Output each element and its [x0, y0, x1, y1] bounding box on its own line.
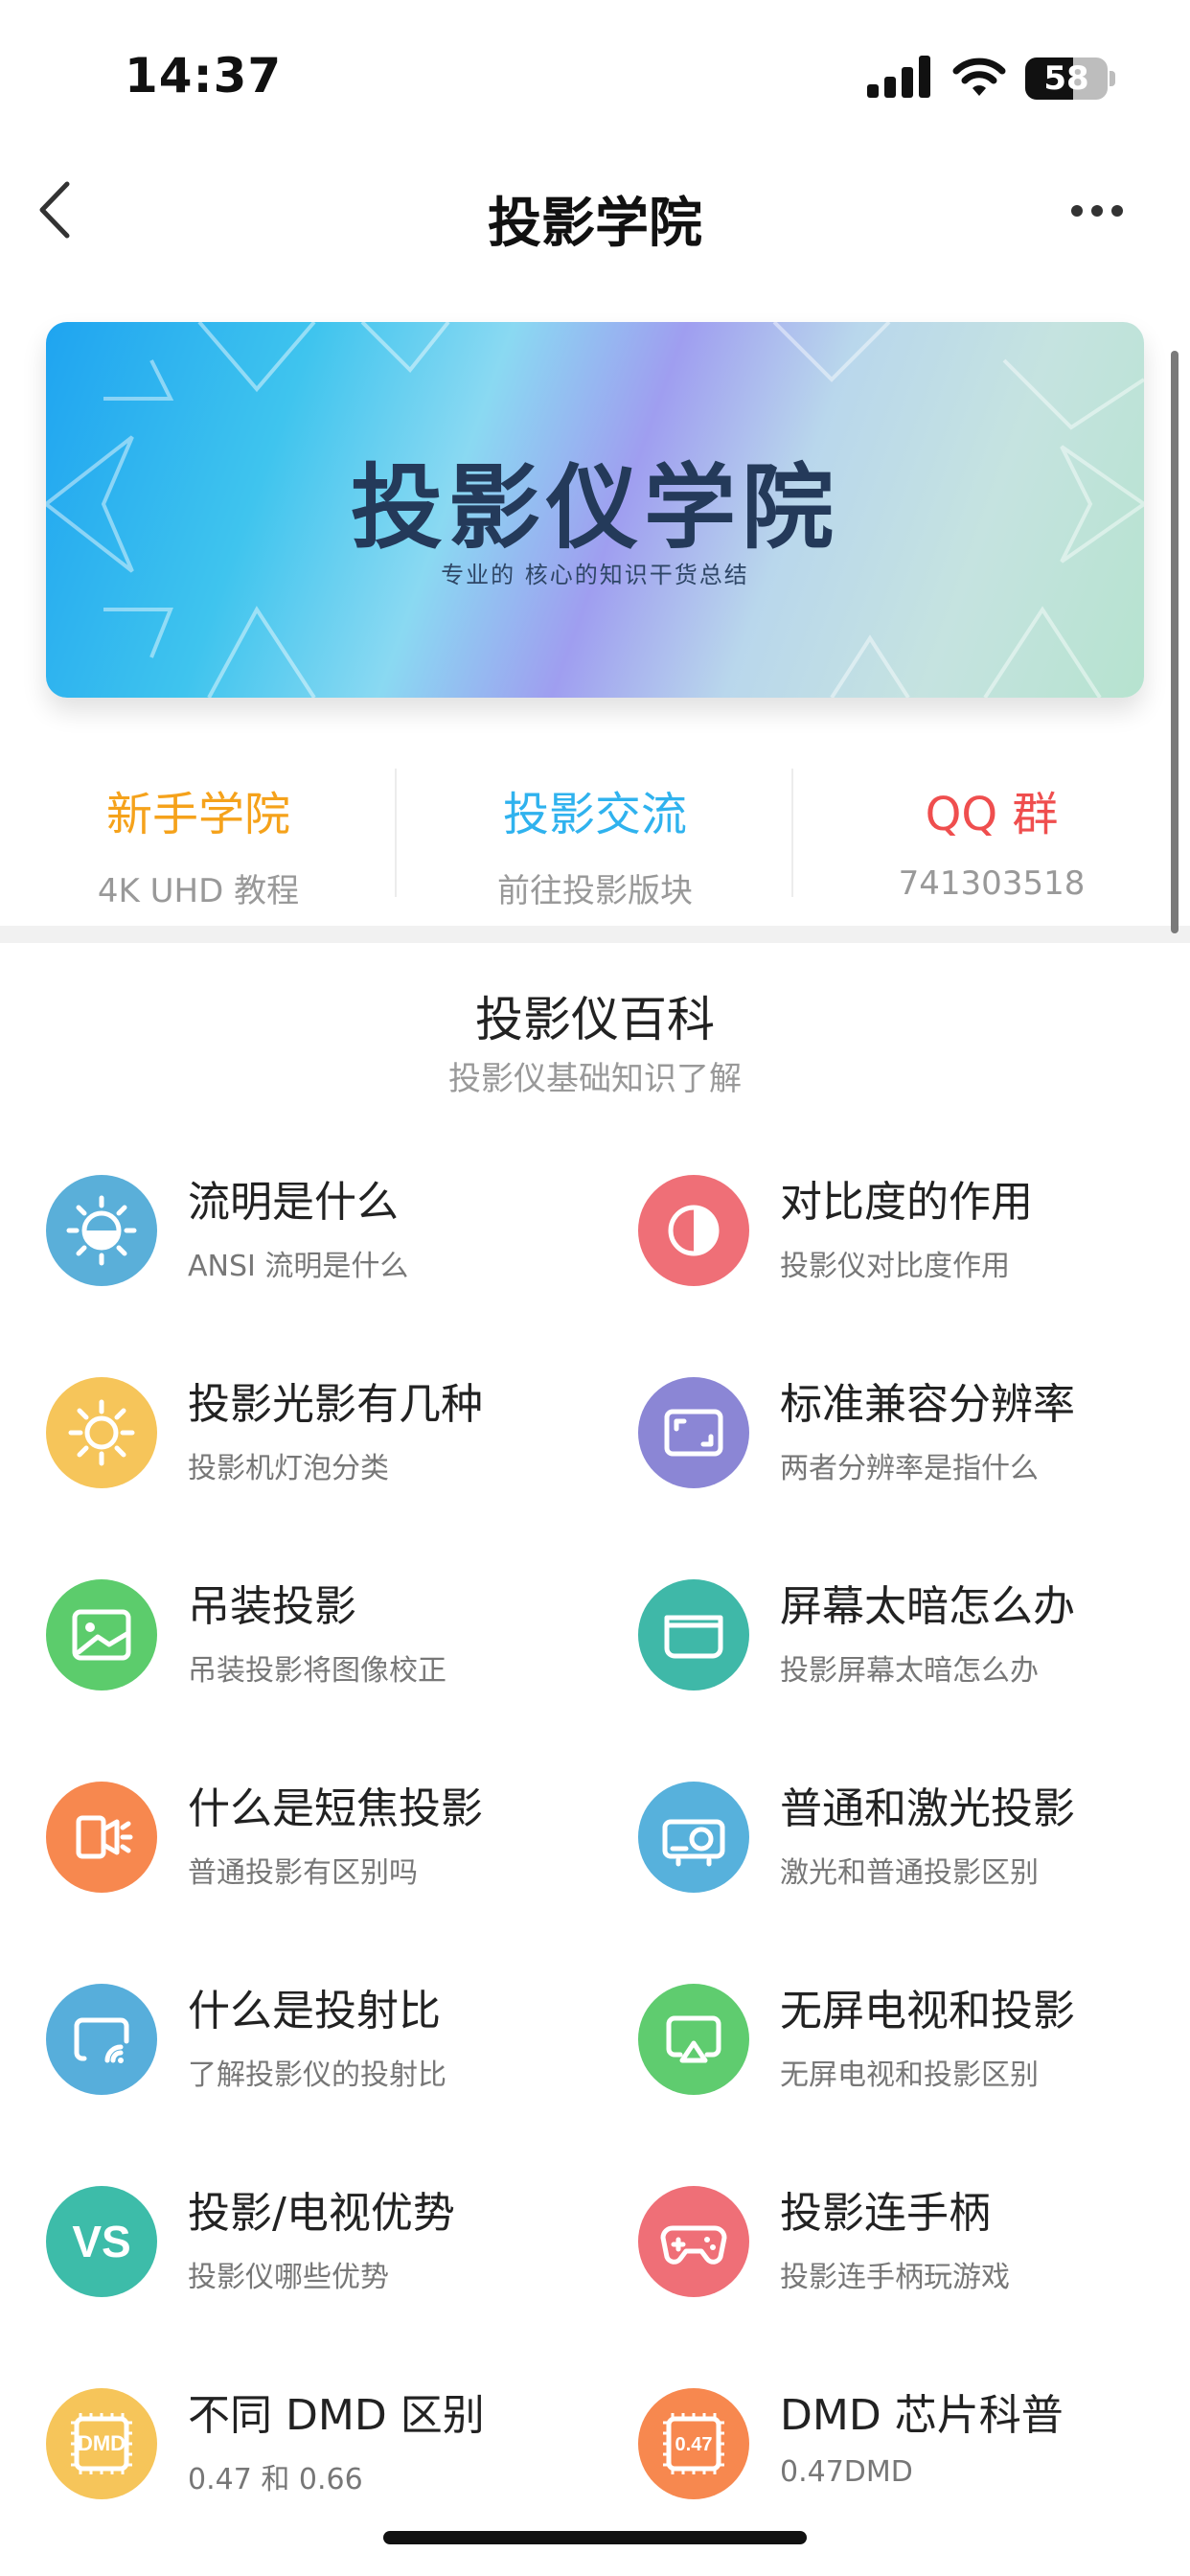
topic-item[interactable]: 什么是投射比了解投影仪的投射比 — [46, 1976, 621, 2139]
airplay-icon — [638, 1984, 749, 2095]
quick-link-beginner[interactable]: 新手学院 4K UHD 教程 — [0, 757, 397, 910]
topic-subtitle: 投影仪哪些优势 — [188, 2261, 389, 2294]
quick-link-subtitle: 4K UHD 教程 — [97, 872, 300, 910]
home-indicator[interactable] — [383, 2531, 807, 2544]
quick-link-subtitle: 741303518 — [898, 864, 1086, 903]
section-title: 投影仪百科 — [475, 992, 715, 1047]
topic-title: 普通和激光投影 — [780, 1784, 1075, 1833]
short-throw-icon — [46, 1782, 157, 1893]
topic-title: 什么是投射比 — [188, 1987, 441, 2036]
icon-text: 0.47 — [675, 2434, 713, 2455]
status-bar: 14:37 58 — [0, 0, 1190, 153]
topic-item[interactable]: DMD 不同 DMD 区别 0.47 和 0.66 — [46, 2380, 621, 2543]
dmd-chip-icon: DMD — [46, 2388, 157, 2499]
quick-link-title: QQ 群 — [925, 788, 1059, 841]
topic-item[interactable]: 对比度的作用投影仪对比度作用 — [638, 1167, 1190, 1330]
wifi-icon — [952, 58, 1006, 96]
battery-cap — [1110, 71, 1115, 86]
topic-title: 屏幕太暗怎么办 — [780, 1582, 1075, 1631]
status-time: 14:37 — [125, 48, 283, 104]
topic-title: DMD 芯片科普 — [780, 2391, 1064, 2440]
quick-links: 新手学院 4K UHD 教程 投影交流 前往投影版块 QQ 群 74130351… — [0, 757, 1190, 920]
topic-item[interactable]: 流明是什么 ANSI 流明是什么 — [46, 1167, 621, 1330]
nav-bar: 投影学院 — [0, 153, 1190, 268]
banner-subtitle: 专业的 核心的知识干货总结 — [441, 562, 749, 588]
cast-screen-icon — [46, 1984, 157, 2095]
chip-047-icon: 0.47 — [638, 2388, 749, 2499]
topic-title: 标准兼容分辨率 — [780, 1380, 1075, 1429]
topic-item[interactable]: 0.47 DMD 芯片科普 0.47DMD — [638, 2380, 1190, 2543]
scrollbar[interactable] — [1171, 351, 1179, 933]
vs-icon: VS — [46, 2186, 157, 2297]
topic-subtitle: 激光和普通投影区别 — [780, 1856, 1039, 1890]
topic-item[interactable]: 屏幕太暗怎么办投影屏幕太暗怎么办 — [638, 1572, 1190, 1735]
projector-icon — [638, 1782, 749, 1893]
resolution-icon — [638, 1377, 749, 1488]
topic-item[interactable]: 投影连手柄投影连手柄玩游戏 — [638, 2178, 1190, 2341]
brightness-icon — [46, 1175, 157, 1286]
battery-icon: 58 — [1025, 58, 1108, 100]
contrast-icon — [638, 1175, 749, 1286]
quick-link-title: 新手学院 — [105, 788, 290, 841]
icon-text: VS — [72, 2217, 130, 2266]
topic-title: 对比度的作用 — [780, 1178, 1033, 1227]
topic-title: 投影连手柄 — [780, 2189, 991, 2238]
quick-link-qq-group[interactable]: QQ 群 741303518 — [793, 757, 1190, 903]
icon-text: DMD — [78, 2431, 126, 2455]
topic-title: 投影/电视优势 — [188, 2189, 455, 2238]
topic-subtitle: 投影机灯泡分类 — [188, 1452, 389, 1485]
banner-title: 投影仪学院 — [351, 454, 839, 562]
topic-item[interactable]: 无屏电视和投影无屏电视和投影区别 — [638, 1976, 1190, 2139]
topic-subtitle: 0.47 和 0.66 — [188, 2463, 363, 2496]
page-title: 投影学院 — [488, 193, 702, 255]
topic-item[interactable]: 普通和激光投影激光和普通投影区别 — [638, 1774, 1190, 1937]
topic-item[interactable]: 什么是短焦投影普通投影有区别吗 — [46, 1774, 621, 1937]
image-icon — [46, 1579, 157, 1690]
banner[interactable]: 投影仪学院 专业的 核心的知识干货总结 — [46, 322, 1144, 698]
topic-title: 什么是短焦投影 — [188, 1784, 483, 1833]
topic-subtitle: 0.47DMD — [780, 2455, 913, 2489]
topic-item[interactable]: VS 投影/电视优势投影仪哪些优势 — [46, 2178, 621, 2341]
gamepad-icon — [638, 2186, 749, 2297]
more-dots-icon[interactable] — [1064, 192, 1131, 230]
topic-item[interactable]: 投影光影有几种投影机灯泡分类 — [46, 1369, 621, 1532]
topic-subtitle: ANSI 流明是什么 — [188, 1250, 409, 1283]
topic-item[interactable]: 标准兼容分辨率两者分辨率是指什么 — [638, 1369, 1190, 1532]
quick-link-title: 投影交流 — [502, 788, 687, 841]
topic-subtitle: 了解投影仪的投射比 — [188, 2058, 446, 2092]
topic-title: 不同 DMD 区别 — [188, 2391, 485, 2440]
topic-item[interactable]: 吊装投影吊装投影将图像校正 — [46, 1572, 621, 1735]
topic-title: 投影光影有几种 — [188, 1380, 483, 1429]
topic-title: 无屏电视和投影 — [780, 1987, 1075, 2036]
topic-title: 吊装投影 — [188, 1582, 356, 1631]
section-separator — [0, 926, 1190, 943]
cellular-signal-icon — [867, 56, 930, 98]
section-subtitle: 投影仪基础知识了解 — [448, 1060, 742, 1098]
topic-subtitle: 两者分辨率是指什么 — [780, 1452, 1039, 1485]
topic-subtitle: 投影连手柄玩游戏 — [780, 2261, 1010, 2294]
screen-icon — [638, 1579, 749, 1690]
topic-subtitle: 吊装投影将图像校正 — [188, 1654, 446, 1688]
sun-icon — [46, 1377, 157, 1488]
quick-link-forum[interactable]: 投影交流 前往投影版块 — [397, 757, 793, 910]
topic-subtitle: 投影仪对比度作用 — [780, 1250, 1010, 1283]
quick-link-subtitle: 前往投影版块 — [497, 872, 693, 910]
topic-subtitle: 投影屏幕太暗怎么办 — [780, 1654, 1039, 1688]
topic-subtitle: 普通投影有区别吗 — [188, 1856, 418, 1890]
battery-percent: 58 — [1043, 59, 1089, 98]
topic-title: 流明是什么 — [188, 1178, 399, 1227]
topic-subtitle: 无屏电视和投影区别 — [780, 2058, 1039, 2092]
